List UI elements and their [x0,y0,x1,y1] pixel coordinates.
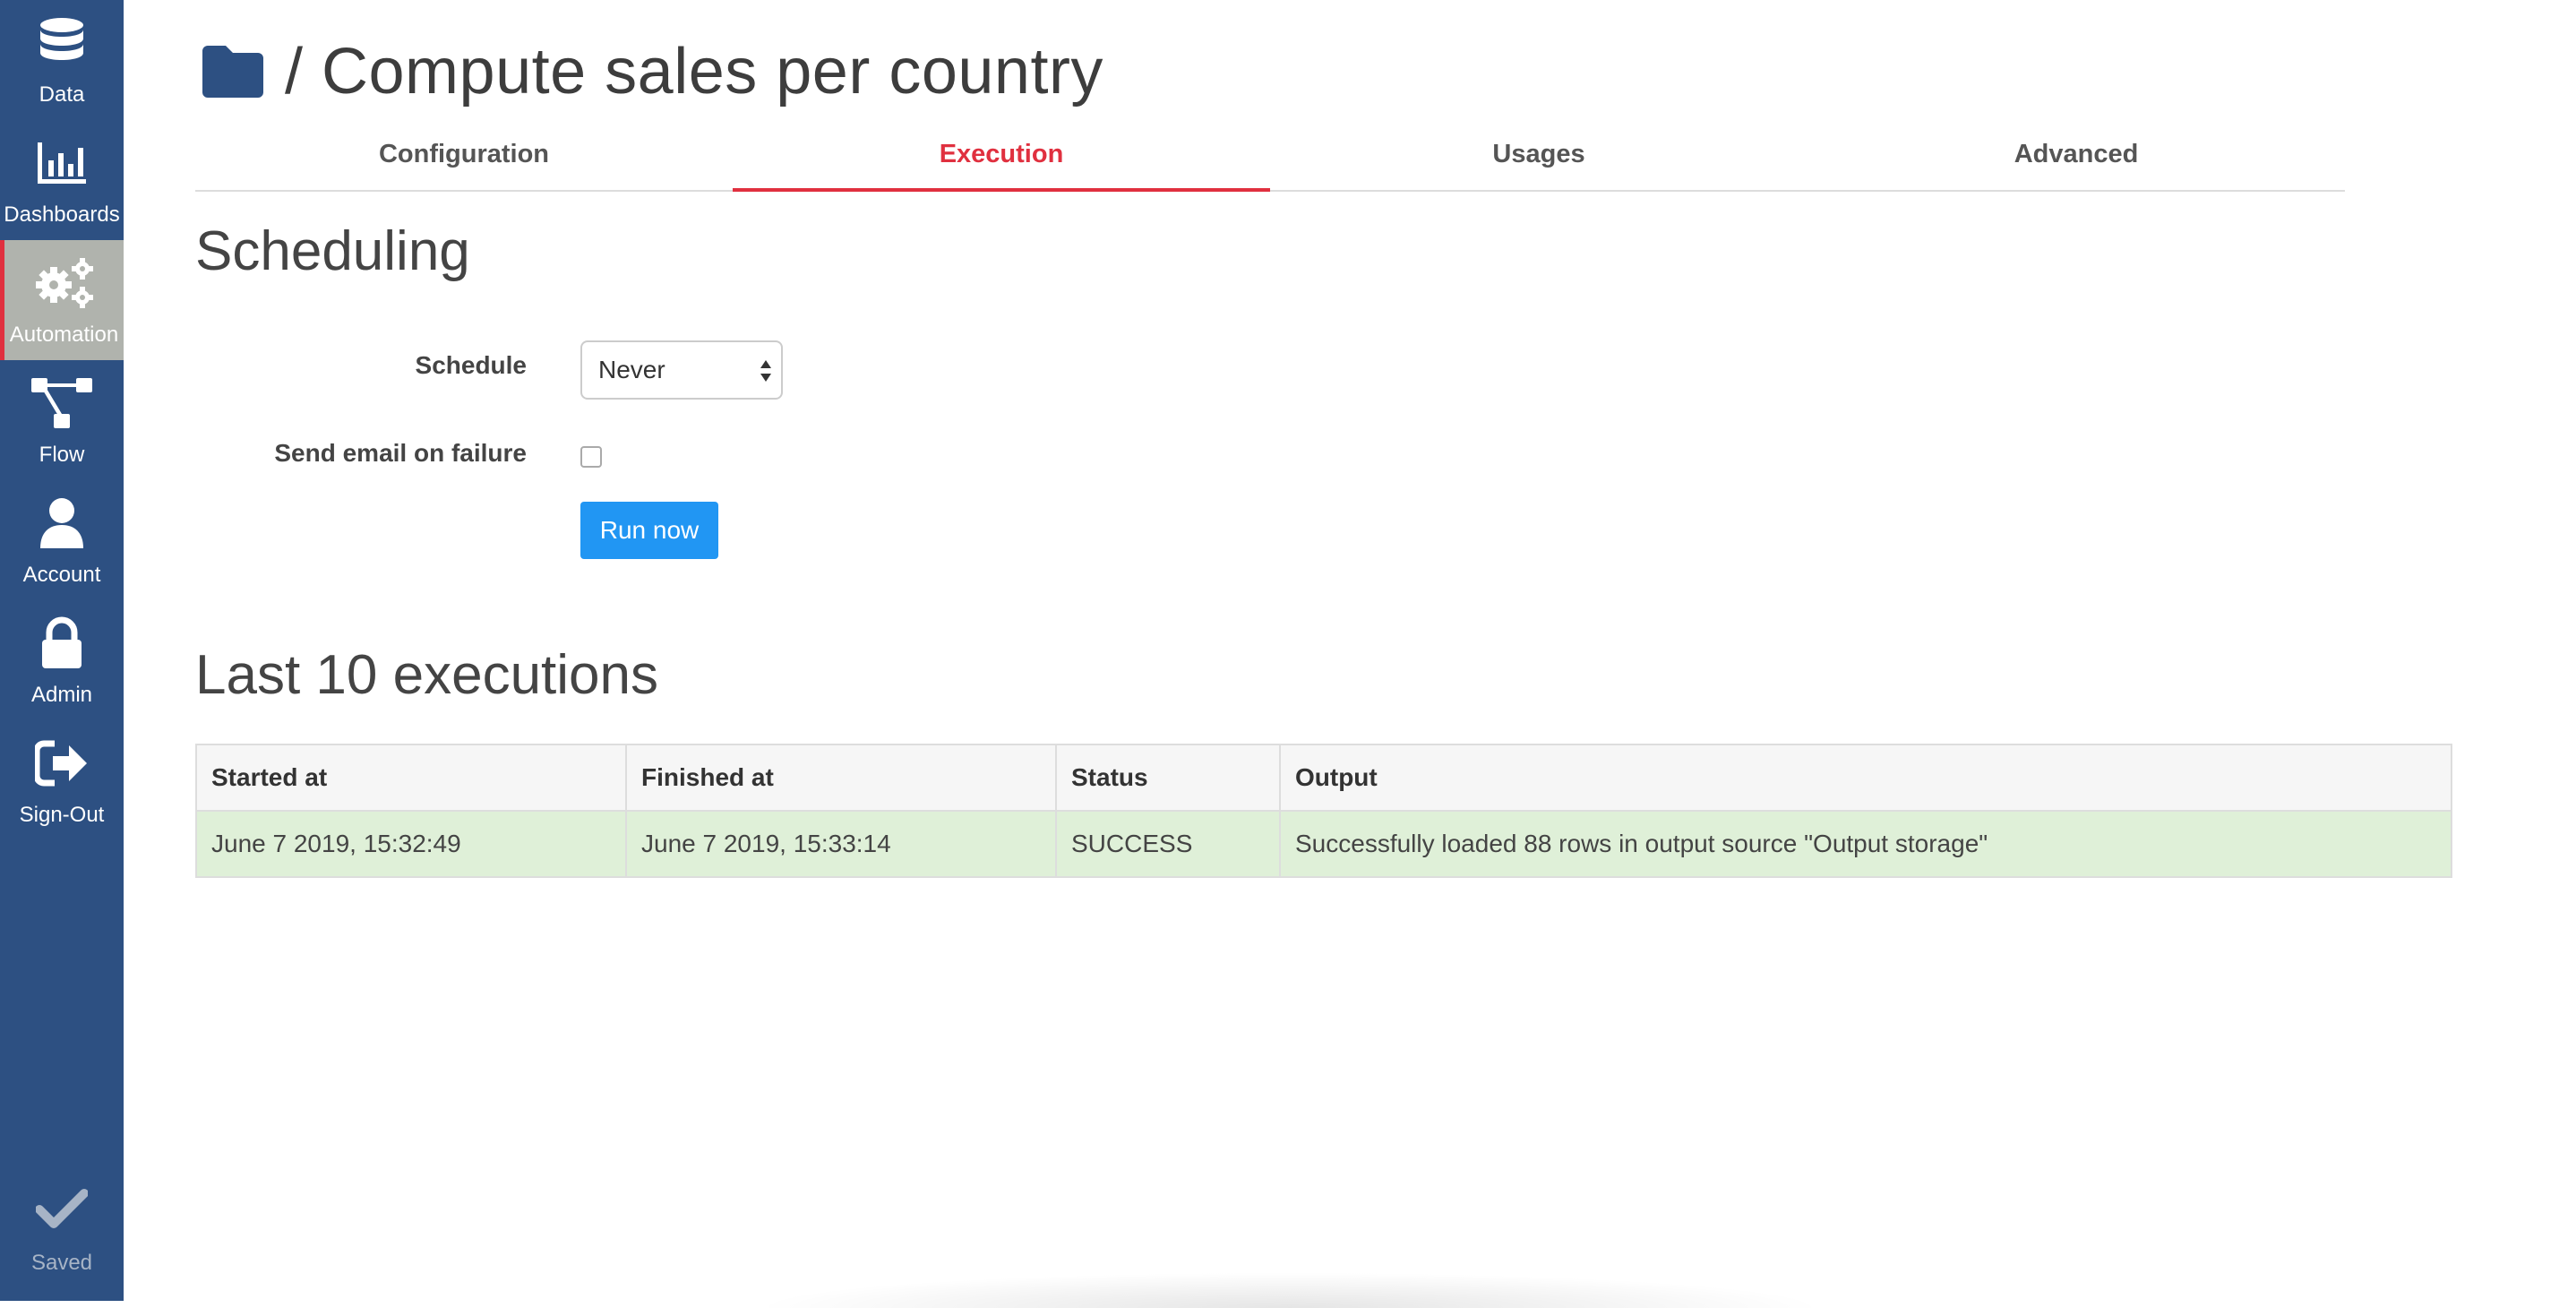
saved-indicator: Saved [0,1183,124,1290]
email-on-failure-label: Send email on failure [274,439,527,467]
email-on-failure-checkbox[interactable] [580,446,602,468]
sidebar-item-label: Data [39,82,85,107]
sidebar: Data Dashboards Automation Flow Account … [0,0,124,1301]
database-icon [0,13,124,73]
schedule-select[interactable]: Never [580,340,783,400]
cell-status: SUCCESS [1055,810,1281,878]
sidebar-item-admin[interactable]: Admin [0,600,124,720]
tab-usages[interactable]: Usages [1270,125,1807,190]
column-header-status: Status [1055,744,1281,812]
scheduling-heading: Scheduling [195,220,470,282]
tab-execution[interactable]: Execution [733,125,1270,192]
sidebar-item-label: Account [22,563,101,587]
flow-icon [0,373,124,434]
tab-advanced[interactable]: Advanced [1807,125,2345,190]
gears-icon [4,253,124,314]
sidebar-item-account[interactable]: Account [0,480,124,600]
schedule-select-value: Never [598,356,665,383]
sidebar-item-label: Flow [39,443,85,467]
column-header-finished-at: Finished at [625,744,1057,812]
bottom-shadow [752,1272,1827,1308]
cell-started-at: June 7 2019, 15:32:49 [195,810,627,878]
saved-label: Saved [30,1251,93,1275]
sidebar-item-automation[interactable]: Automation [0,240,124,360]
user-icon [0,493,124,554]
cell-output: Successfully loaded 88 rows in output so… [1279,810,2452,878]
tab-configuration[interactable]: Configuration [195,125,733,190]
sidebar-item-label: Admin [30,683,93,707]
schedule-label: Schedule [415,351,527,379]
lock-icon [0,613,124,674]
folder-icon [202,46,263,98]
sidebar-item-data[interactable]: Data [0,0,124,120]
tab-bar: Configuration Execution Usages Advanced [195,125,2345,192]
executions-heading: Last 10 executions [195,644,659,706]
checkmark-icon [0,1188,124,1229]
sidebar-item-label: Sign-Out [19,803,105,827]
cell-finished-at: June 7 2019, 15:33:14 [625,810,1057,878]
run-now-button[interactable]: Run now [580,502,718,559]
column-header-started-at: Started at [195,744,627,812]
select-arrows-icon [760,360,771,382]
bar-chart-icon [0,133,124,194]
executions-table: Started at Finished at Status Output Jun… [195,744,2452,878]
table-header-row: Started at Finished at Status Output [195,744,2452,812]
page-header: / Compute sales per country [199,27,1103,116]
sidebar-item-label: Dashboards [4,202,120,227]
sidebar-item-flow[interactable]: Flow [0,360,124,480]
table-row: June 7 2019, 15:32:49 June 7 2019, 15:33… [195,810,2452,878]
sidebar-item-dashboards[interactable]: Dashboards [0,120,124,240]
sidebar-item-label: Automation [9,323,119,347]
sidebar-item-sign-out[interactable]: Sign-Out [0,720,124,840]
page-title: / Compute sales per country [285,36,1103,108]
sign-out-icon [0,733,124,794]
column-header-output: Output [1279,744,2452,812]
